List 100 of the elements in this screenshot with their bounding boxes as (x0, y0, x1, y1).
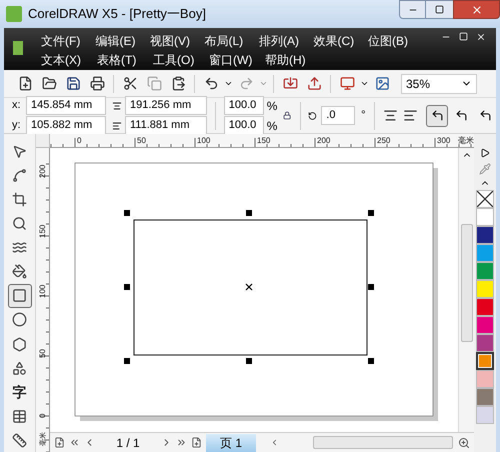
maximize-icon (435, 5, 444, 14)
menu-item[interactable]: 文本(X) (41, 50, 97, 68)
hexagon-icon (12, 336, 27, 352)
paint-bucket-icon (12, 264, 27, 280)
page-position: 1 / 1 (115, 434, 141, 452)
document-icon (13, 41, 23, 55)
x-position-field[interactable]: 145.854 mm (26, 96, 106, 115)
corner-icon (430, 109, 444, 122)
rectangle-icon (12, 288, 27, 304)
scale-x-field[interactable]: 100.0 (224, 96, 264, 115)
corner-icon (454, 109, 468, 122)
corner-mode-button[interactable] (426, 104, 448, 126)
selection-handle (246, 358, 252, 364)
percent-label: % (266, 98, 278, 114)
selection-handle (124, 358, 130, 364)
menu-item[interactable]: 排列(A) (259, 32, 314, 50)
selection-handle (368, 284, 374, 290)
squiggle-icon (12, 240, 27, 256)
color-swatch[interactable] (476, 388, 494, 406)
color-swatch[interactable] (476, 298, 494, 316)
caret-icon (224, 79, 233, 88)
ruler-label: 50 (137, 136, 146, 145)
color-swatch[interactable] (476, 226, 494, 244)
last-page-icon (176, 437, 187, 448)
window-title: CorelDRAW X5 - [Pretty一Boy] (28, 5, 206, 24)
ruler-icon (12, 432, 27, 448)
table-icon (12, 408, 27, 424)
color-swatch[interactable] (476, 244, 494, 262)
zoom-icon (12, 216, 27, 232)
menu-item[interactable]: 效果(C) (314, 32, 368, 50)
rotate-icon (308, 110, 318, 122)
rotation-field[interactable]: .0 (321, 106, 356, 125)
pointer-icon (12, 144, 27, 160)
ruler-label: 150 (38, 224, 47, 238)
text-tool[interactable]: 字 (8, 380, 32, 404)
close-button[interactable] (453, 0, 500, 19)
y-position-field[interactable]: 105.882 mm (26, 116, 106, 135)
ruler-label: 300 (437, 136, 450, 145)
caret-icon (259, 79, 268, 88)
x-label: x: (12, 98, 22, 114)
add-page-icon (191, 437, 202, 448)
percent-label: % (266, 118, 278, 134)
eyedropper-icon (479, 163, 491, 175)
ruler-label: 100 (38, 284, 47, 298)
first-page-icon (69, 437, 80, 448)
ruler-label: 150 (257, 136, 270, 145)
color-swatch[interactable] (476, 208, 494, 226)
menu-item[interactable]: 视图(V) (150, 32, 204, 50)
color-swatch[interactable] (476, 370, 494, 388)
ruler-unit: 毫米 (458, 136, 474, 145)
selection-handle (368, 358, 374, 364)
menu-item[interactable]: 表格(T) (97, 50, 153, 68)
menu-item[interactable]: 窗口(W) (209, 50, 265, 68)
color-swatch[interactable] (476, 334, 494, 352)
tool-button[interactable] (8, 284, 32, 308)
shapes-icon (12, 360, 27, 376)
y-label: y: (12, 118, 22, 134)
restore-icon (459, 32, 468, 41)
close-icon (476, 32, 486, 42)
palette-menu-icon (480, 148, 490, 158)
width-field[interactable]: 191.256 mm (125, 96, 207, 115)
close-icon (470, 4, 482, 16)
ruler-label: 250 (377, 136, 390, 145)
menu-item[interactable]: 文件(F) (41, 32, 96, 50)
scale-y-field[interactable]: 100.0 (224, 116, 264, 135)
selection-handle (246, 210, 252, 216)
selection-handle (368, 210, 374, 216)
ruler-label: 100 (197, 136, 210, 145)
maximize-button[interactable] (426, 0, 453, 19)
ruler-label: 50 (38, 349, 47, 358)
zoom-combo[interactable]: 35% (401, 74, 477, 94)
crop-icon (12, 192, 27, 208)
lock-icon (283, 110, 292, 121)
degree-label: ° (361, 108, 366, 124)
corner-icon (478, 109, 492, 122)
color-swatch[interactable] (476, 352, 494, 370)
selection-handle (124, 284, 130, 290)
color-swatch[interactable] (476, 406, 494, 424)
caret-icon (360, 79, 369, 88)
page-tab[interactable]: 页 1 (206, 434, 256, 452)
menu-item[interactable]: 布局(L) (204, 32, 259, 50)
ruler-label: 200 (38, 164, 47, 178)
color-swatch[interactable] (476, 262, 494, 280)
menu-item[interactable]: 编辑(E) (96, 32, 150, 50)
node-icon (12, 168, 27, 184)
add-page-icon (54, 437, 65, 448)
menu-item[interactable]: 工具(O) (153, 50, 209, 68)
ruler-label: 0 (77, 136, 82, 145)
app-logo-icon (6, 6, 22, 22)
ruler-label: 200 (317, 136, 330, 145)
no-color-swatch[interactable] (476, 190, 494, 208)
ellipse-icon (12, 312, 27, 328)
ruler-label: 0 (38, 414, 47, 418)
menu-item[interactable]: 帮助(H) (265, 50, 321, 68)
menu-item[interactable]: 位图(B) (368, 32, 422, 50)
color-swatch[interactable] (476, 316, 494, 334)
zoom-icon (458, 436, 470, 448)
color-swatch[interactable] (476, 280, 494, 298)
center-mark-icon (246, 284, 252, 290)
height-field[interactable]: 111.881 mm (125, 116, 207, 135)
